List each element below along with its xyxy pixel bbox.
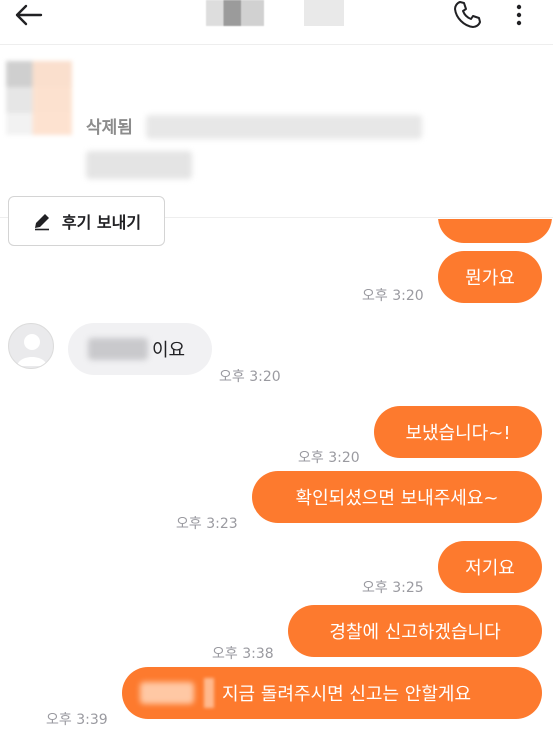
more-vertical-icon bbox=[516, 4, 522, 26]
message-time: 오후 3:20 bbox=[298, 450, 360, 466]
message-text: 지금 돌려주시면 신고는 안할게요 bbox=[222, 684, 472, 705]
partner-info-redacted bbox=[304, 0, 344, 26]
message-time: 오후 3:38 bbox=[212, 646, 274, 662]
product-status: 삭제됨 bbox=[86, 118, 133, 138]
message-bubble-outgoing: 저기요 bbox=[438, 541, 542, 593]
message-text: 확인되셨으면 보내주세요~ bbox=[295, 488, 499, 509]
message-bubble-outgoing: 확인되셨으면 보내주세요~ bbox=[252, 471, 542, 523]
message-time: 오후 3:20 bbox=[362, 288, 424, 304]
chat-messages[interactable]: 오후 3:20 뭔가요 이요 오후 3:20 오후 3:20 보냈습니다~! 오… bbox=[0, 219, 553, 747]
message-time: 오후 3:23 bbox=[176, 516, 238, 532]
message-text: 경찰에 신고하겠습니다 bbox=[329, 622, 501, 643]
message-bubble-outgoing: 뭔가요 bbox=[438, 251, 542, 303]
avatar[interactable] bbox=[8, 323, 54, 369]
product-title-redacted bbox=[146, 115, 422, 139]
product-thumbnail bbox=[6, 61, 72, 135]
redacted-text bbox=[140, 682, 194, 704]
message-text: 보냈습니다~! bbox=[405, 423, 511, 444]
message-bubble-incoming: 이요 bbox=[68, 323, 212, 375]
product-price-redacted bbox=[86, 151, 192, 179]
message-text: 뭔가요 bbox=[465, 268, 515, 289]
call-button[interactable] bbox=[448, 0, 486, 30]
message-bubble-outgoing: 지금 돌려주시면 신고는 안할게요 bbox=[122, 667, 542, 719]
phone-icon bbox=[454, 1, 481, 28]
partner-name-redacted bbox=[206, 0, 264, 26]
chat-header bbox=[0, 0, 553, 44]
message-time: 오후 3:39 bbox=[46, 712, 108, 728]
message-bubble-outgoing bbox=[438, 219, 552, 243]
message-text: 저기요 bbox=[465, 558, 515, 579]
back-button[interactable] bbox=[8, 0, 48, 30]
redacted-text bbox=[88, 338, 148, 360]
redacted-text bbox=[204, 678, 214, 708]
message-bubble-outgoing: 보냈습니다~! bbox=[374, 406, 542, 458]
message-time: 오후 3:25 bbox=[362, 580, 424, 596]
default-avatar-icon bbox=[17, 334, 47, 366]
back-arrow-icon bbox=[15, 4, 43, 26]
message-text: 이요 bbox=[152, 340, 186, 361]
message-bubble-outgoing: 경찰에 신고하겠습니다 bbox=[288, 605, 542, 657]
message-time: 오후 3:20 bbox=[219, 369, 281, 385]
product-card[interactable]: 삭제됨 후기 보내기 bbox=[0, 44, 553, 246]
more-menu-button[interactable] bbox=[506, 0, 532, 30]
